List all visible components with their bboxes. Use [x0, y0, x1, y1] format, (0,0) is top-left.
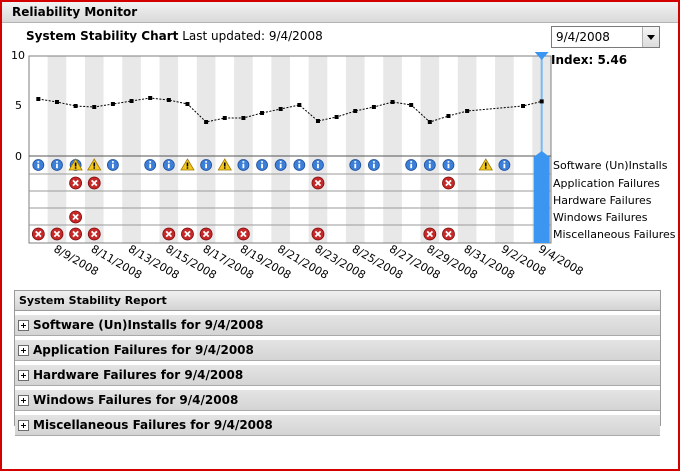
data-point — [92, 105, 97, 109]
error-icon — [311, 227, 325, 241]
report-item-windows-failures[interactable]: Windows Failures for 9/4/2008 — [15, 389, 660, 411]
column-stripe — [308, 56, 328, 243]
report-title: System Stability Report — [15, 291, 660, 311]
report-item-label: Miscellaneous Failures for 9/4/2008 — [33, 418, 273, 432]
column-stripe — [420, 56, 440, 243]
info-icon — [106, 159, 119, 171]
error-icon — [199, 227, 213, 241]
report-item-label: Software (Un)Installs for 9/4/2008 — [33, 318, 264, 332]
info-icon — [312, 159, 324, 171]
data-point — [427, 120, 432, 124]
info-icon — [162, 159, 175, 171]
selection-line — [540, 56, 543, 156]
column-stripe — [84, 56, 104, 243]
column-stripe — [457, 56, 477, 243]
data-point — [129, 99, 134, 103]
data-point — [73, 104, 78, 108]
report-item-misc-failures[interactable]: Miscellaneous Failures for 9/4/2008 — [15, 414, 660, 436]
report-item-label: Hardware Failures for 9/4/2008 — [33, 368, 244, 382]
warning-icon — [478, 158, 493, 171]
expand-icon[interactable] — [18, 345, 29, 356]
column-stripe — [234, 56, 253, 243]
info-icon — [442, 159, 455, 171]
info-icon — [237, 159, 250, 171]
column-stripe — [495, 56, 514, 243]
error-icon — [236, 227, 250, 241]
data-point — [222, 116, 227, 120]
stability-chart[interactable]: 8/9/20088/11/20088/13/20088/15/20088/17/… — [2, 2, 678, 290]
report-item-hardware-failures[interactable]: Hardware Failures for 9/4/2008 — [15, 364, 660, 386]
data-point — [390, 100, 395, 104]
error-icon — [442, 227, 455, 241]
data-point — [353, 109, 358, 113]
error-icon — [181, 227, 194, 241]
column-stripe — [345, 56, 365, 243]
error-icon — [31, 227, 45, 241]
info-icon — [32, 159, 45, 171]
info-icon — [144, 159, 157, 171]
info-icon — [293, 159, 306, 171]
data-point — [465, 109, 470, 113]
data-point — [539, 99, 544, 104]
info-icon — [349, 159, 362, 171]
column-stripe — [196, 56, 216, 243]
data-point — [278, 107, 283, 111]
error-icon — [162, 227, 176, 241]
column-stripe — [159, 56, 179, 243]
column-stripe — [383, 56, 402, 243]
column-stripe — [271, 56, 290, 243]
data-point — [166, 98, 171, 102]
info-icon — [498, 159, 511, 171]
error-icon — [69, 210, 83, 224]
data-point — [204, 120, 209, 124]
report-item-label: Windows Failures for 9/4/2008 — [33, 393, 239, 407]
data-point — [446, 114, 451, 118]
expand-icon[interactable] — [18, 420, 29, 431]
warning-icon — [217, 158, 232, 171]
expand-icon[interactable] — [18, 320, 29, 331]
data-point — [110, 102, 115, 106]
data-point — [371, 105, 376, 109]
error-icon — [69, 227, 83, 241]
report-item-software-installs[interactable]: Software (Un)Installs for 9/4/2008 — [15, 314, 660, 336]
info-icon — [367, 159, 380, 171]
reliability-monitor-window: Reliability Monitor System Stability Cha… — [0, 0, 680, 471]
expand-icon[interactable] — [18, 370, 29, 381]
error-icon — [442, 176, 455, 190]
error-icon — [87, 227, 101, 241]
warning-icon — [180, 158, 195, 171]
info-icon — [274, 159, 287, 171]
data-point — [260, 111, 265, 115]
expand-icon[interactable] — [18, 395, 29, 406]
data-point — [409, 103, 414, 107]
info-icon — [405, 159, 418, 171]
error-icon — [50, 227, 64, 241]
error-icon — [423, 227, 437, 241]
info-icon — [51, 159, 63, 171]
data-point — [241, 116, 246, 120]
data-point — [334, 115, 339, 119]
data-point — [521, 104, 526, 108]
data-point — [297, 103, 302, 107]
error-icon — [311, 176, 325, 190]
column-stripe — [122, 56, 141, 243]
selection-bar — [533, 151, 550, 243]
report-item-label: Application Failures for 9/4/2008 — [33, 343, 254, 357]
info-icon — [200, 159, 213, 171]
report-item-application-failures[interactable]: Application Failures for 9/4/2008 — [15, 339, 660, 361]
stability-report: System Stability Report Software (Un)Ins… — [14, 290, 661, 436]
data-point — [315, 119, 320, 123]
data-point — [185, 102, 190, 106]
error-icon — [87, 176, 101, 190]
error-icon — [69, 176, 83, 190]
data-point — [36, 97, 41, 101]
info-icon — [256, 159, 268, 171]
data-point — [54, 100, 59, 104]
info-icon — [423, 159, 436, 171]
data-point — [148, 96, 153, 100]
column-stripe — [47, 56, 67, 243]
